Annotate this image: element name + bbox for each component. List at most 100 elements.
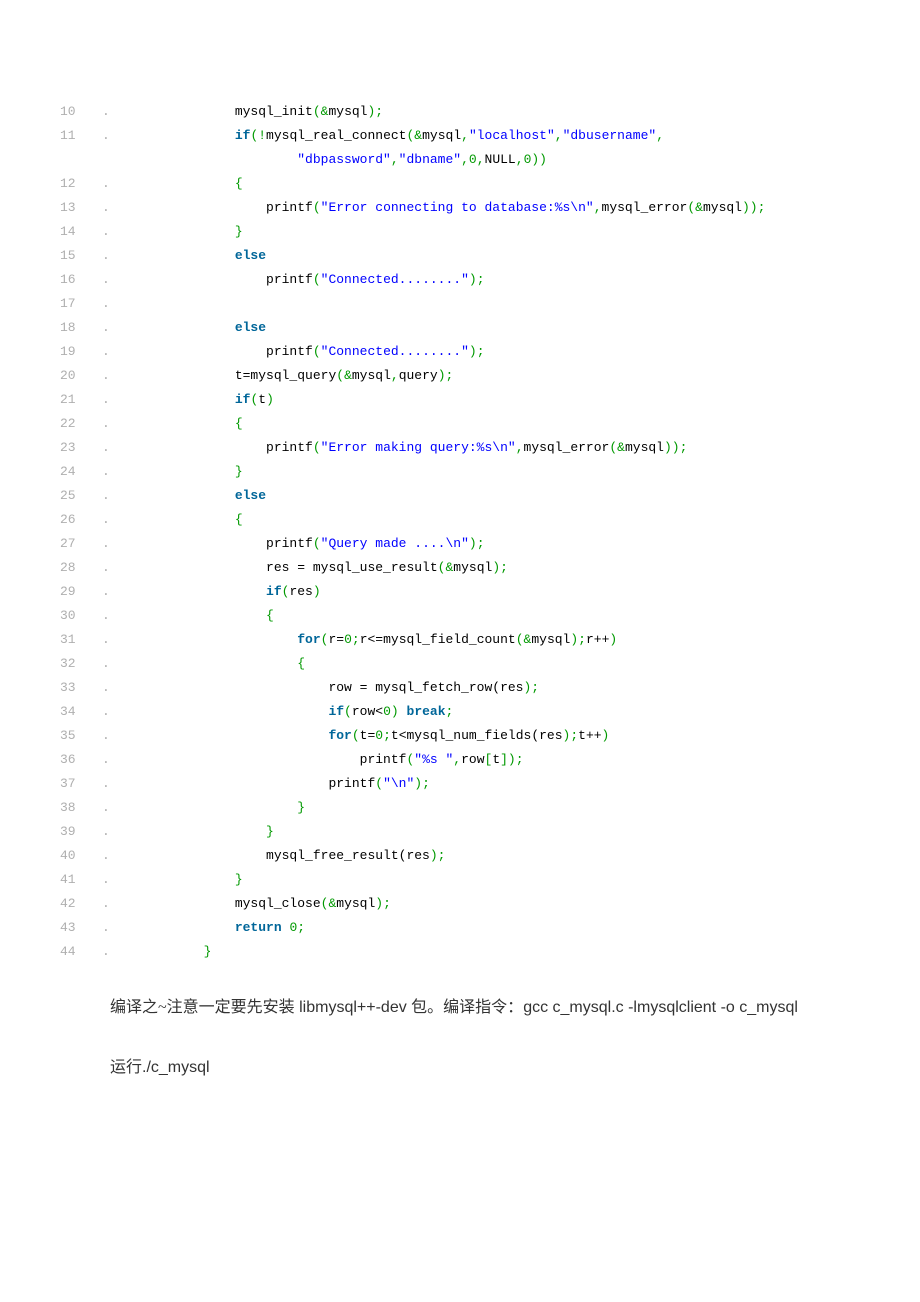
code-line: 20. t=mysql_query(&mysql,query); [60, 364, 860, 388]
code-text: for(r=0;r<=mysql_field_count(&mysql);r++… [110, 628, 860, 652]
code-line: 37. printf("\n"); [60, 772, 860, 796]
code-line: 13. printf("Error connecting to database… [60, 196, 860, 220]
code-line: 33. row = mysql_fetch_row(res); [60, 676, 860, 700]
line-number-dot: . [102, 892, 110, 916]
line-number: 13 [60, 196, 102, 220]
code-text: row = mysql_fetch_row(res); [110, 676, 860, 700]
line-number: 32 [60, 652, 102, 676]
line-number-dot: . [102, 316, 110, 340]
code-text: } [110, 820, 860, 844]
code-text: { [110, 508, 860, 532]
code-line: 31. for(r=0;r<=mysql_field_count(&mysql)… [60, 628, 860, 652]
line-number-dot: . [102, 196, 110, 220]
line-number: 41 [60, 868, 102, 892]
line-number: 18 [60, 316, 102, 340]
run-note-paragraph: 运行./c_mysql [60, 1052, 860, 1084]
code-text: return 0; [110, 916, 860, 940]
line-number-dot: . [102, 436, 110, 460]
line-number-dot: . [102, 388, 110, 412]
code-line: 30. { [60, 604, 860, 628]
line-number-dot: . [102, 628, 110, 652]
line-number: 17 [60, 292, 102, 316]
line-number-dot: . [102, 412, 110, 436]
line-number: 25 [60, 484, 102, 508]
code-text: mysql_free_result(res); [110, 844, 860, 868]
line-number: 36 [60, 748, 102, 772]
code-line: 42. mysql_close(&mysql); [60, 892, 860, 916]
line-number-dot: . [102, 604, 110, 628]
line-number-dot [102, 148, 110, 172]
code-line: "dbpassword","dbname",0,NULL,0)) [60, 148, 860, 172]
line-number: 15 [60, 244, 102, 268]
code-line: 44. } [60, 940, 860, 964]
code-line: 38. } [60, 796, 860, 820]
line-number: 40 [60, 844, 102, 868]
code-text: printf("%s ",row[t]); [110, 748, 860, 772]
code-line: 34. if(row<0) break; [60, 700, 860, 724]
code-text: "dbpassword","dbname",0,NULL,0)) [110, 148, 860, 172]
line-number: 37 [60, 772, 102, 796]
line-number-dot: . [102, 700, 110, 724]
code-text: if(t) [110, 388, 860, 412]
code-line: 40. mysql_free_result(res); [60, 844, 860, 868]
code-text: if(row<0) break; [110, 700, 860, 724]
text: 编译之~注意一定要先安装 [110, 999, 295, 1016]
compile-note-paragraph: 编译之~注意一定要先安装 libmysql++-dev 包。编译指令：gcc c… [60, 992, 860, 1024]
line-number: 21 [60, 388, 102, 412]
code-line: 36. printf("%s ",row[t]); [60, 748, 860, 772]
line-number: 35 [60, 724, 102, 748]
text: libmysql++-dev [295, 999, 412, 1016]
code-text: res = mysql_use_result(&mysql); [110, 556, 860, 580]
line-number: 12 [60, 172, 102, 196]
code-text: for(t=0;t<mysql_num_fields(res);t++) [110, 724, 860, 748]
code-text: if(!mysql_real_connect(&mysql,"localhost… [110, 124, 860, 148]
code-line: 16. printf("Connected........"); [60, 268, 860, 292]
code-text: } [110, 220, 860, 244]
code-line: 17. [60, 292, 860, 316]
code-text: printf("Query made ....\n"); [110, 532, 860, 556]
code-text: else [110, 316, 860, 340]
code-line: 19. printf("Connected........"); [60, 340, 860, 364]
code-text: { [110, 604, 860, 628]
line-number: 24 [60, 460, 102, 484]
code-text: t=mysql_query(&mysql,query); [110, 364, 860, 388]
line-number: 44 [60, 940, 102, 964]
code-text: mysql_close(&mysql); [110, 892, 860, 916]
code-text [110, 292, 860, 316]
line-number: 29 [60, 580, 102, 604]
code-text: { [110, 172, 860, 196]
line-number: 26 [60, 508, 102, 532]
line-number-dot: . [102, 556, 110, 580]
code-line: 18. else [60, 316, 860, 340]
code-text: if(res) [110, 580, 860, 604]
code-line: 14. } [60, 220, 860, 244]
code-text: mysql_init(&mysql); [110, 100, 860, 124]
line-number-dot: . [102, 244, 110, 268]
code-line: 27. printf("Query made ....\n"); [60, 532, 860, 556]
code-text: printf("Error making query:%s\n",mysql_e… [110, 436, 860, 460]
code-text: printf("Connected........"); [110, 340, 860, 364]
line-number: 42 [60, 892, 102, 916]
line-number: 31 [60, 628, 102, 652]
line-number-dot: . [102, 820, 110, 844]
code-line: 23. printf("Error making query:%s\n",mys… [60, 436, 860, 460]
line-number: 14 [60, 220, 102, 244]
code-line: 43. return 0; [60, 916, 860, 940]
line-number-dot: . [102, 268, 110, 292]
code-text: } [110, 796, 860, 820]
line-number [60, 148, 102, 172]
line-number: 33 [60, 676, 102, 700]
line-number-dot: . [102, 292, 110, 316]
line-number: 30 [60, 604, 102, 628]
line-number: 23 [60, 436, 102, 460]
code-text: { [110, 652, 860, 676]
code-text: { [110, 412, 860, 436]
line-number: 22 [60, 412, 102, 436]
code-block: 10. mysql_init(&mysql);11. if(!mysql_rea… [60, 100, 860, 964]
code-text: printf("\n"); [110, 772, 860, 796]
line-number-dot: . [102, 868, 110, 892]
code-line: 41. } [60, 868, 860, 892]
line-number-dot: . [102, 100, 110, 124]
line-number: 28 [60, 556, 102, 580]
code-line: 32. { [60, 652, 860, 676]
